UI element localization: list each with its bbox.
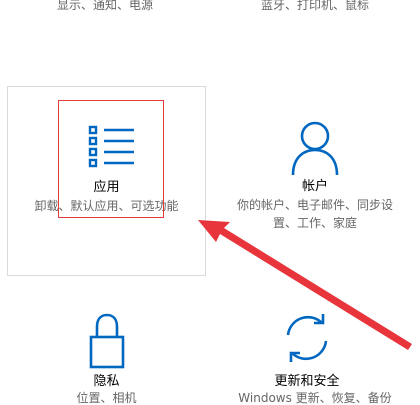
tile-update-desc: Windows 更新、恢复、备份: [238, 391, 392, 405]
person-icon: [290, 120, 340, 176]
tile-devices[interactable]: 蓝牙、打印机、鼠标: [210, 0, 420, 14]
annotation-highlight-box: [58, 100, 164, 218]
lock-icon: [89, 313, 125, 369]
annotation-arrow: [198, 220, 412, 350]
tile-system-desc: 显示、通知、电源: [56, 0, 153, 12]
tile-system[interactable]: 显示、通知、电源: [0, 0, 210, 14]
tile-accounts-title: 帐户: [301, 179, 328, 194]
tile-privacy-desc: 位置、相机: [76, 391, 137, 405]
tile-privacy[interactable]: 隐私 位置、相机: [7, 305, 206, 405]
tile-devices-desc: 蓝牙、打印机、鼠标: [260, 0, 369, 12]
